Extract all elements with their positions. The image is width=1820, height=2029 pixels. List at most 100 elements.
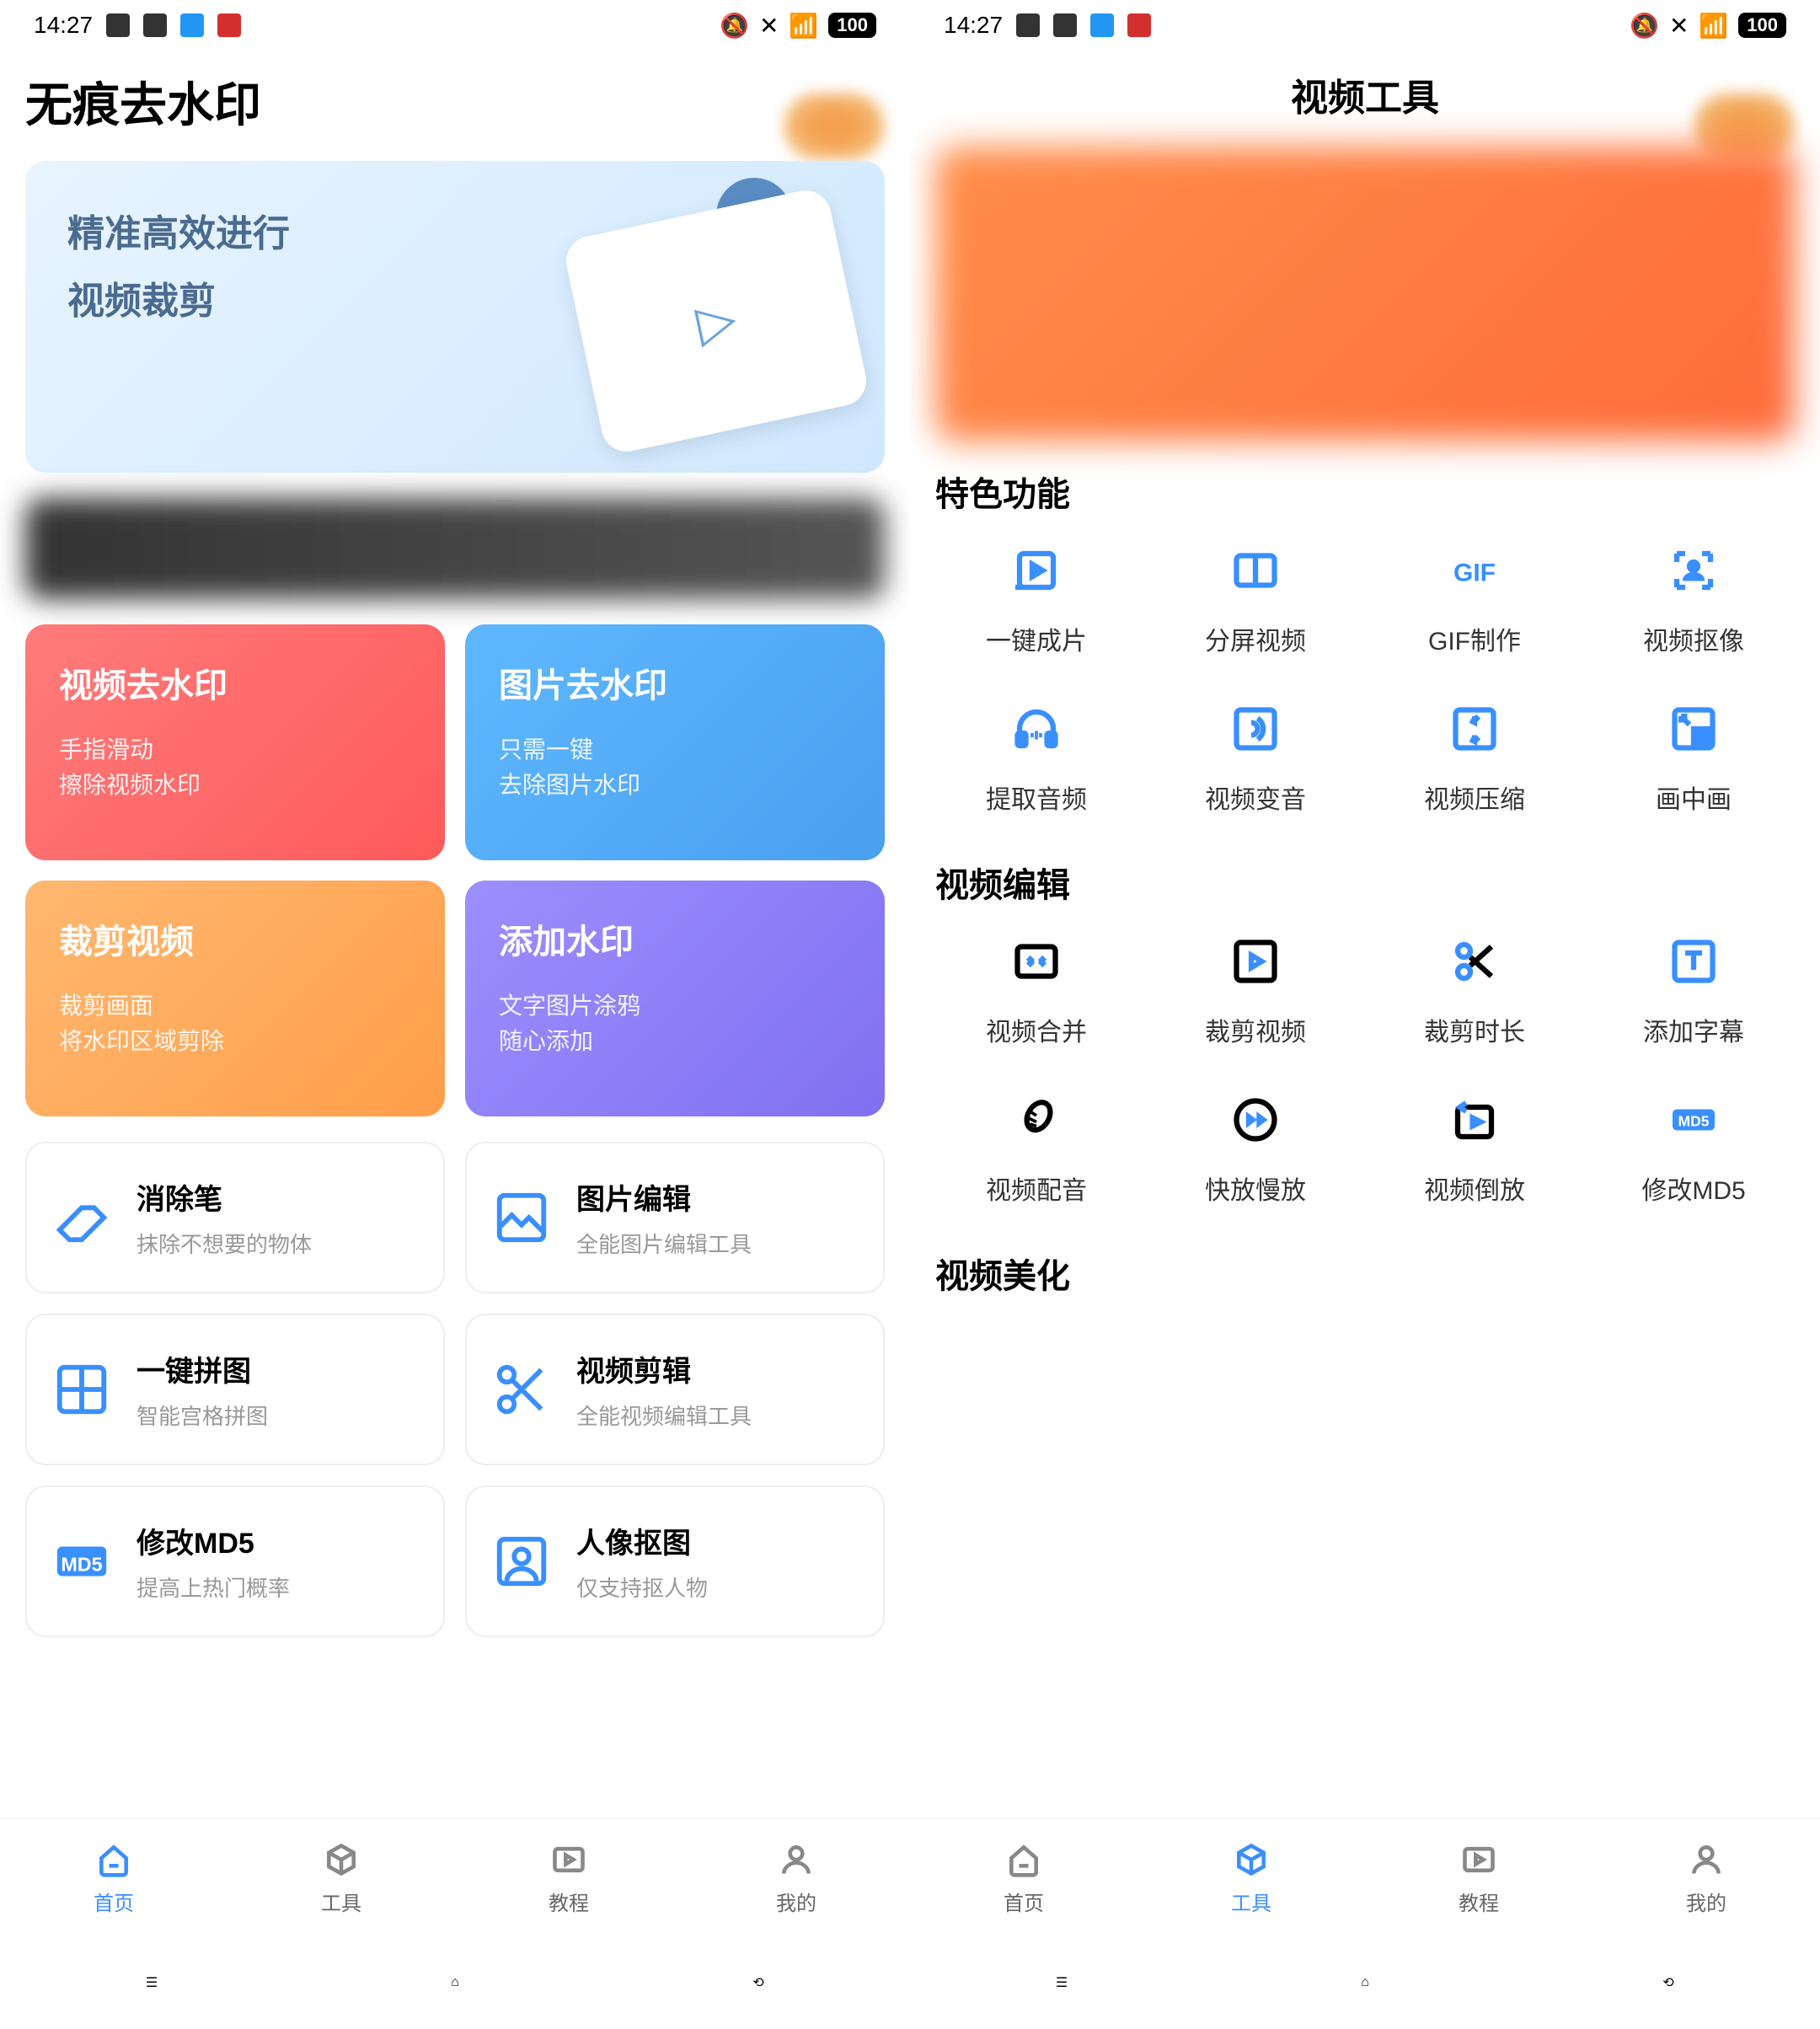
tool-text[interactable]: 添加字幕 [1592, 932, 1795, 1048]
tool-crop[interactable]: 裁剪视频 [1154, 932, 1357, 1048]
tool-sub: 抹除不想要的物体 [136, 1228, 418, 1259]
tool-pip[interactable]: 画中画 [1592, 699, 1795, 816]
tool-sound[interactable]: 视频变音 [1154, 699, 1357, 816]
tool-card-1[interactable]: 图片编辑 全能图片编辑工具 [465, 1142, 885, 1293]
wifi-icon: 📶 [1699, 12, 1728, 40]
recent-button[interactable]: ☰ [1036, 1957, 1087, 2008]
nav-home[interactable]: 首页 [910, 1819, 1138, 1936]
nav-cube[interactable]: 工具 [228, 1819, 455, 1936]
tool-play-in[interactable]: 一键成片 [935, 541, 1138, 657]
nav-label: 教程 [1459, 1887, 1499, 1916]
tool-sub: 全能图片编辑工具 [576, 1228, 858, 1259]
tool-sub: 智能宫格拼图 [136, 1400, 418, 1431]
tool-label: 修改MD5 [1641, 1170, 1745, 1207]
tool-card-0[interactable]: 消除笔 抹除不想要的物体 [25, 1142, 445, 1293]
battery: 100 [828, 13, 876, 38]
nav-label: 我的 [776, 1887, 816, 1916]
tool-person-scan[interactable]: 视频抠像 [1592, 541, 1795, 657]
tool-split[interactable]: 分屏视频 [1154, 541, 1357, 657]
card-icon [758, 734, 859, 835]
app-icon [217, 13, 241, 37]
feature-card-3[interactable]: 添加水印 文字图片涂鸦随心添加 [465, 881, 885, 1116]
merge-icon [1007, 932, 1066, 991]
nav-cube[interactable]: 工具 [1138, 1819, 1365, 1936]
tool-label: 裁剪视频 [1205, 1011, 1306, 1048]
person-icon [492, 1532, 551, 1591]
play-icon [549, 1839, 589, 1880]
speed-icon [1226, 1090, 1285, 1149]
eraser-icon [52, 1188, 111, 1247]
feature-card-2[interactable]: 裁剪视频 裁剪画面将水印区域剪除 [25, 881, 445, 1116]
nav-user[interactable]: 我的 [682, 1819, 910, 1936]
page-title: 无痕去水印 [25, 67, 885, 136]
banner-blurred[interactable] [935, 147, 1795, 442]
back-button[interactable]: ⟲ [733, 1957, 784, 2008]
system-nav: ☰ ⌂ ⟲ [0, 1936, 910, 2029]
tool-sub: 提高上热门概率 [136, 1571, 418, 1603]
nav-label: 首页 [94, 1887, 134, 1916]
tool-title: 视频剪辑 [576, 1348, 858, 1389]
tool-cut-time[interactable]: 裁剪时长 [1373, 932, 1576, 1048]
user-icon [1686, 1839, 1726, 1880]
tool-card-3[interactable]: 视频剪辑 全能视频编辑工具 [465, 1314, 885, 1465]
back-button[interactable]: ⟲ [1643, 1957, 1694, 2008]
cut-time-icon [1445, 932, 1504, 991]
sound-icon [1226, 699, 1285, 758]
svg-text:GIF: GIF [1453, 559, 1496, 587]
tool-compress[interactable]: 视频压缩 [1373, 699, 1576, 816]
avatar-blur[interactable] [784, 93, 885, 160]
tool-label: 视频压缩 [1424, 779, 1525, 816]
tool-sub: 仅支持抠人物 [576, 1571, 858, 1603]
banner[interactable]: 精准高效进行 视频裁剪 [25, 161, 885, 473]
image-edit-icon [492, 1188, 551, 1247]
tool-card-2[interactable]: 一键拼图 智能宫格拼图 [25, 1314, 445, 1465]
crop-icon [1226, 932, 1285, 991]
tool-label: 视频变音 [1205, 779, 1306, 816]
tool-label: 快放慢放 [1205, 1170, 1306, 1207]
tool-card-5[interactable]: 人像抠图 仅支持抠人物 [465, 1486, 885, 1637]
tool-mic[interactable]: 视频配音 [935, 1090, 1138, 1207]
user-icon [776, 1839, 816, 1880]
section-title-1: 视频编辑 [935, 858, 1795, 907]
app-icon [1127, 13, 1151, 37]
nav-play[interactable]: 教程 [1365, 1819, 1592, 1936]
tool-label: 一键成片 [986, 620, 1087, 657]
home-button[interactable]: ⌂ [430, 1957, 480, 2008]
section-title-0: 特色功能 [935, 467, 1795, 516]
tool-merge[interactable]: 视频合并 [935, 932, 1138, 1048]
feature-card-0[interactable]: 视频去水印 手指滑动擦除视频水印 [25, 624, 445, 860]
page-title: 视频工具 [935, 67, 1795, 121]
tool-headphone[interactable]: 提取音频 [935, 699, 1138, 816]
pip-icon [1664, 699, 1723, 758]
tool-md5b[interactable]: MD5 修改MD5 [1592, 1090, 1795, 1207]
tool-title: 修改MD5 [136, 1520, 418, 1561]
tool-card-4[interactable]: MD5 修改MD5 提高上热门概率 [25, 1486, 445, 1637]
card-title: 视频去水印 [59, 658, 411, 707]
feature-card-1[interactable]: 图片去水印 只需一键去除图片水印 [465, 624, 885, 860]
mute-icon: 🔕 [1630, 12, 1659, 40]
nav-label: 工具 [321, 1887, 361, 1916]
recent-button[interactable]: ☰ [126, 1957, 177, 2008]
tool-sub: 全能视频编辑工具 [576, 1400, 858, 1431]
ad-bar-blurred[interactable] [25, 498, 885, 599]
md5-icon: MD5 [52, 1532, 111, 1591]
battery: 100 [1738, 13, 1786, 38]
wifi-icon: 📶 [789, 12, 818, 40]
home-button[interactable]: ⌂ [1340, 1957, 1390, 2008]
nav-user[interactable]: 我的 [1592, 1819, 1820, 1936]
app-icon [143, 13, 167, 37]
card-title: 裁剪视频 [59, 914, 411, 963]
app-icon [106, 13, 130, 37]
person-scan-icon [1664, 541, 1723, 600]
tool-title: 人像抠图 [576, 1520, 858, 1561]
phone-right: 14:27 🔕 ✕ 📶 100 视频工具 特色功能 一键成片 分屏视频 GIF … [910, 0, 1820, 2029]
card-icon [758, 990, 859, 1091]
tool-speed[interactable]: 快放慢放 [1154, 1090, 1357, 1207]
cut-icon [492, 1360, 551, 1419]
svg-text:MD5: MD5 [61, 1554, 102, 1576]
tool-reverse[interactable]: 视频倒放 [1373, 1090, 1576, 1207]
nav-home[interactable]: 首页 [0, 1819, 228, 1936]
system-nav: ☰ ⌂ ⟲ [910, 1936, 1820, 2029]
tool-gif[interactable]: GIF GIF制作 [1373, 541, 1576, 657]
nav-play[interactable]: 教程 [455, 1819, 682, 1936]
